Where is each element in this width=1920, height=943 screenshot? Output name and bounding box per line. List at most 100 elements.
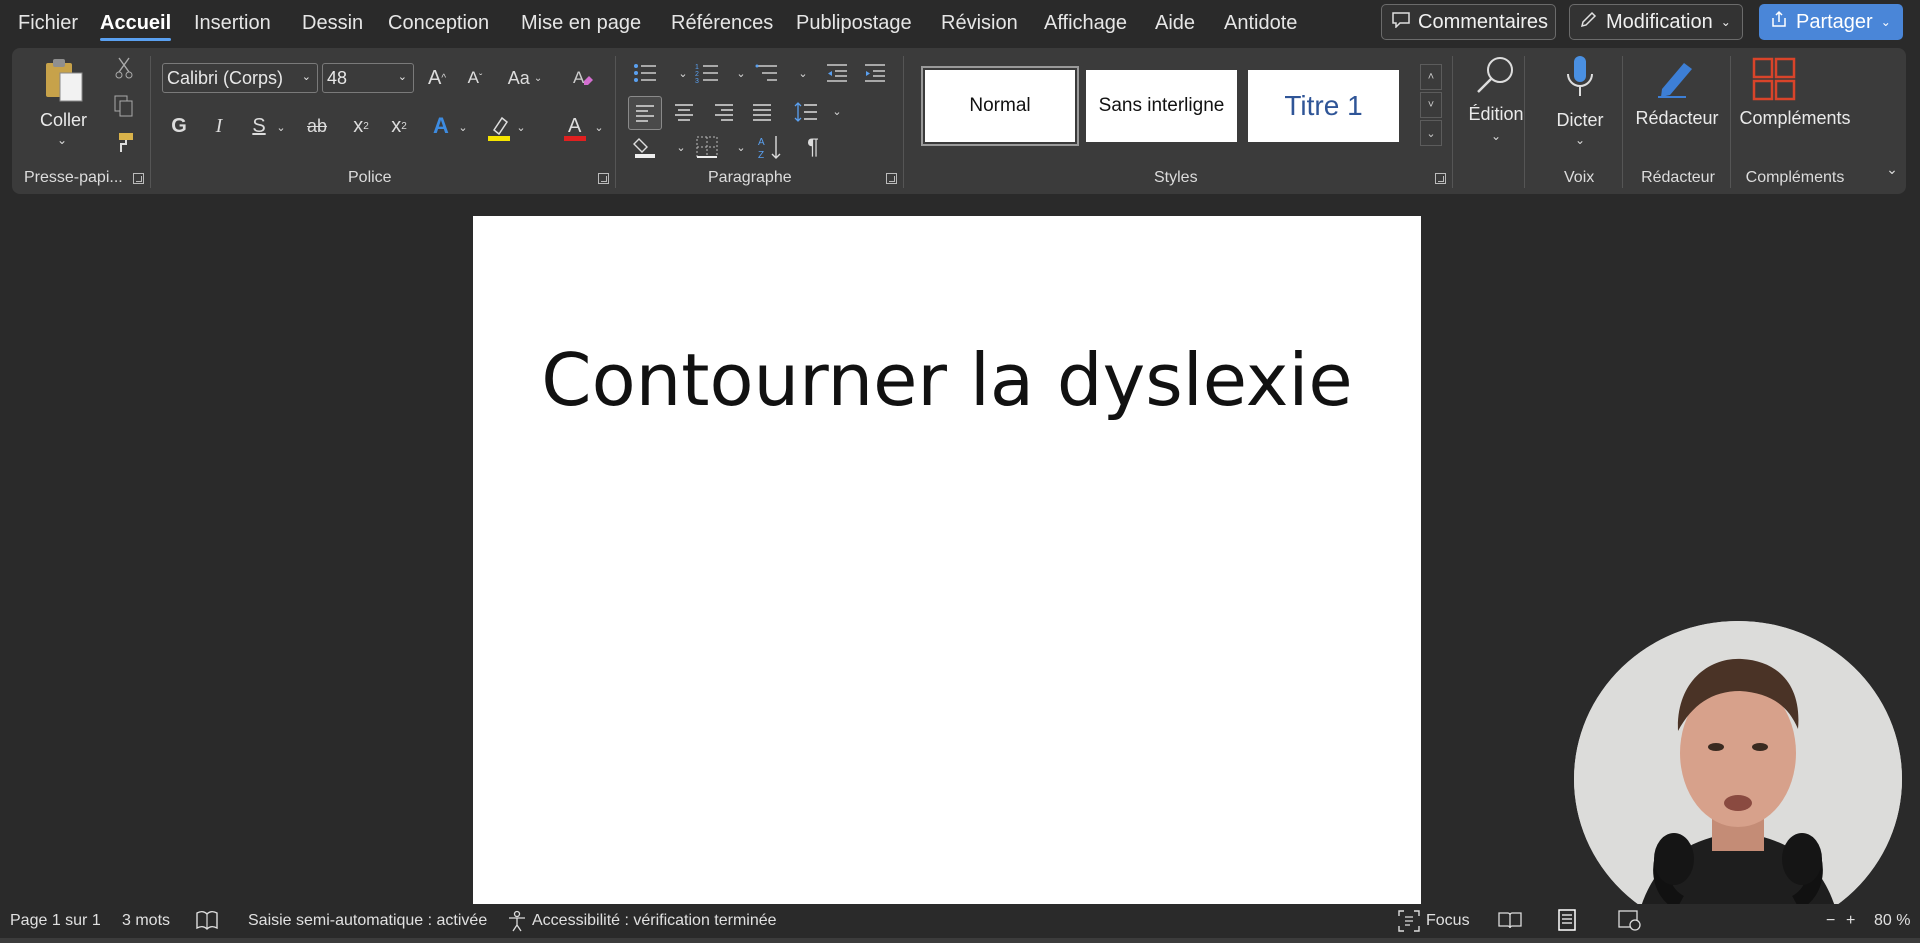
addins-label[interactable]: Compléments: [1731, 108, 1859, 129]
chevron-down-icon[interactable]: ⌄: [52, 132, 72, 148]
chevron-down-icon[interactable]: ⌄: [674, 134, 688, 160]
line-spacing-icon[interactable]: [790, 96, 822, 128]
font-color-icon[interactable]: A: [560, 112, 590, 144]
collapse-ribbon-icon[interactable]: ⌄: [1882, 160, 1902, 178]
multilevel-list-icon[interactable]: [752, 58, 782, 88]
align-right-icon[interactable]: [708, 96, 740, 128]
format-painter-icon[interactable]: [112, 130, 136, 154]
borders-icon[interactable]: [692, 132, 722, 162]
paste-icon[interactable]: [42, 56, 86, 106]
font-name-select[interactable]: Calibri (Corps) ⌄: [162, 63, 318, 93]
dictate-label[interactable]: Dicter: [1542, 110, 1618, 131]
italic-button[interactable]: I: [206, 112, 232, 140]
font-size-select[interactable]: 48 ⌄: [322, 63, 414, 93]
chevron-down-icon[interactable]: ⌄: [676, 60, 690, 86]
word-count[interactable]: 3 mots: [122, 912, 170, 930]
align-center-icon[interactable]: [668, 96, 700, 128]
copy-icon[interactable]: [112, 94, 136, 118]
clipboard-launcher-icon[interactable]: [133, 173, 144, 184]
font-launcher-icon[interactable]: [598, 173, 609, 184]
focus-icon[interactable]: [1398, 910, 1420, 937]
style-no-spacing[interactable]: Sans interligne: [1086, 70, 1237, 142]
editor-pen-icon[interactable]: [1650, 56, 1702, 100]
styles-scroll-down-icon[interactable]: ˅: [1420, 92, 1442, 118]
chevron-down-icon[interactable]: ⌄: [830, 98, 844, 124]
align-left-icon[interactable]: [628, 96, 662, 130]
numbering-icon[interactable]: 123: [692, 58, 722, 88]
chevron-down-icon[interactable]: ⌄: [514, 114, 528, 140]
chevron-down-icon[interactable]: ⌄: [1881, 15, 1891, 29]
tab-fichier[interactable]: Fichier: [18, 12, 78, 35]
change-case-button[interactable]: Aa ⌄: [502, 63, 548, 93]
share-button[interactable]: Partager ⌄: [1759, 4, 1903, 40]
chevron-down-icon[interactable]: ⌄: [796, 60, 810, 86]
window-bottom-edge: [0, 938, 1920, 943]
styles-launcher-icon[interactable]: [1435, 173, 1446, 184]
cut-icon[interactable]: [112, 56, 136, 80]
increase-indent-icon[interactable]: [860, 58, 890, 88]
microphone-icon[interactable]: [1560, 52, 1600, 102]
tab-revision[interactable]: Révision: [941, 12, 1018, 35]
superscript-icon[interactable]: x2: [384, 112, 414, 140]
read-mode-icon[interactable]: [1498, 910, 1522, 935]
show-marks-icon[interactable]: ¶: [798, 132, 828, 162]
chevron-down-icon[interactable]: ⌄: [734, 60, 748, 86]
proofing-book-icon[interactable]: [196, 910, 218, 935]
accessibility-icon[interactable]: [506, 910, 528, 937]
strikethrough-button[interactable]: ab: [302, 112, 332, 140]
paste-label[interactable]: Coller: [40, 110, 87, 131]
paragraph-launcher-icon[interactable]: [886, 173, 897, 184]
style-heading-1[interactable]: Titre 1: [1248, 70, 1399, 142]
styles-more-icon[interactable]: ⌄: [1420, 120, 1442, 146]
chevron-down-icon: ⌄: [397, 71, 407, 83]
subscript-icon[interactable]: x2: [346, 112, 376, 140]
share-icon: [1770, 10, 1788, 34]
search-icon[interactable]: [1470, 52, 1522, 100]
document-page[interactable]: Contourner la dyslexie: [473, 216, 1421, 904]
shading-icon[interactable]: [630, 132, 660, 162]
underline-button[interactable]: S: [246, 112, 272, 140]
document-title-text[interactable]: Contourner la dyslexie: [473, 338, 1421, 422]
sort-icon[interactable]: AZ: [756, 132, 786, 162]
style-normal[interactable]: Normal: [921, 66, 1079, 146]
web-layout-icon[interactable]: [1618, 909, 1642, 936]
tab-references[interactable]: Références: [671, 12, 773, 35]
tab-aide[interactable]: Aide: [1155, 12, 1195, 35]
shrink-font-icon[interactable]: Aˇ: [460, 63, 490, 93]
editing-mode-button[interactable]: Modification ⌄: [1569, 4, 1743, 40]
justify-icon[interactable]: [746, 96, 778, 128]
text-effects-icon[interactable]: A: [426, 112, 456, 140]
editor-label[interactable]: Rédacteur: [1626, 108, 1728, 129]
tab-conception[interactable]: Conception: [388, 12, 489, 35]
zoom-out-icon[interactable]: −: [1826, 912, 1835, 930]
tab-dessin[interactable]: Dessin: [302, 12, 363, 35]
chevron-down-icon[interactable]: ⌄: [1486, 128, 1506, 144]
tab-insertion[interactable]: Insertion: [194, 12, 271, 35]
chevron-down-icon[interactable]: ⌄: [592, 114, 606, 140]
comments-button[interactable]: Commentaires: [1381, 4, 1556, 40]
page-count[interactable]: Page 1 sur 1: [10, 912, 101, 930]
chevron-down-icon[interactable]: ⌄: [274, 114, 288, 140]
decrease-indent-icon[interactable]: [822, 58, 852, 88]
tab-mise-en-page[interactable]: Mise en page: [521, 12, 641, 35]
accessibility-status[interactable]: Accessibilité : vérification terminée: [532, 912, 777, 930]
chevron-down-icon[interactable]: ⌄: [1570, 132, 1590, 148]
print-layout-icon[interactable]: [1556, 909, 1578, 936]
styles-scroll-up-icon[interactable]: ˄: [1420, 64, 1442, 90]
addins-grid-icon[interactable]: [1750, 56, 1798, 102]
zoom-in-icon[interactable]: +: [1846, 912, 1855, 930]
tab-affichage[interactable]: Affichage: [1044, 12, 1127, 35]
focus-button[interactable]: Focus: [1426, 912, 1470, 930]
chevron-down-icon[interactable]: ⌄: [734, 134, 748, 160]
highlight-icon[interactable]: [484, 112, 514, 144]
clear-formatting-icon[interactable]: A: [568, 63, 598, 93]
autocomplete-status[interactable]: Saisie semi-automatique : activée: [248, 912, 487, 930]
tab-accueil[interactable]: Accueil: [100, 12, 172, 41]
grow-font-icon[interactable]: A ^: [422, 63, 452, 93]
zoom-level[interactable]: 80 %: [1874, 912, 1910, 930]
bullets-icon[interactable]: [630, 58, 660, 88]
chevron-down-icon[interactable]: ⌄: [456, 114, 470, 140]
bold-button[interactable]: G: [166, 112, 192, 140]
tab-antidote[interactable]: Antidote: [1224, 12, 1297, 35]
tab-publipostage[interactable]: Publipostage: [796, 12, 912, 35]
